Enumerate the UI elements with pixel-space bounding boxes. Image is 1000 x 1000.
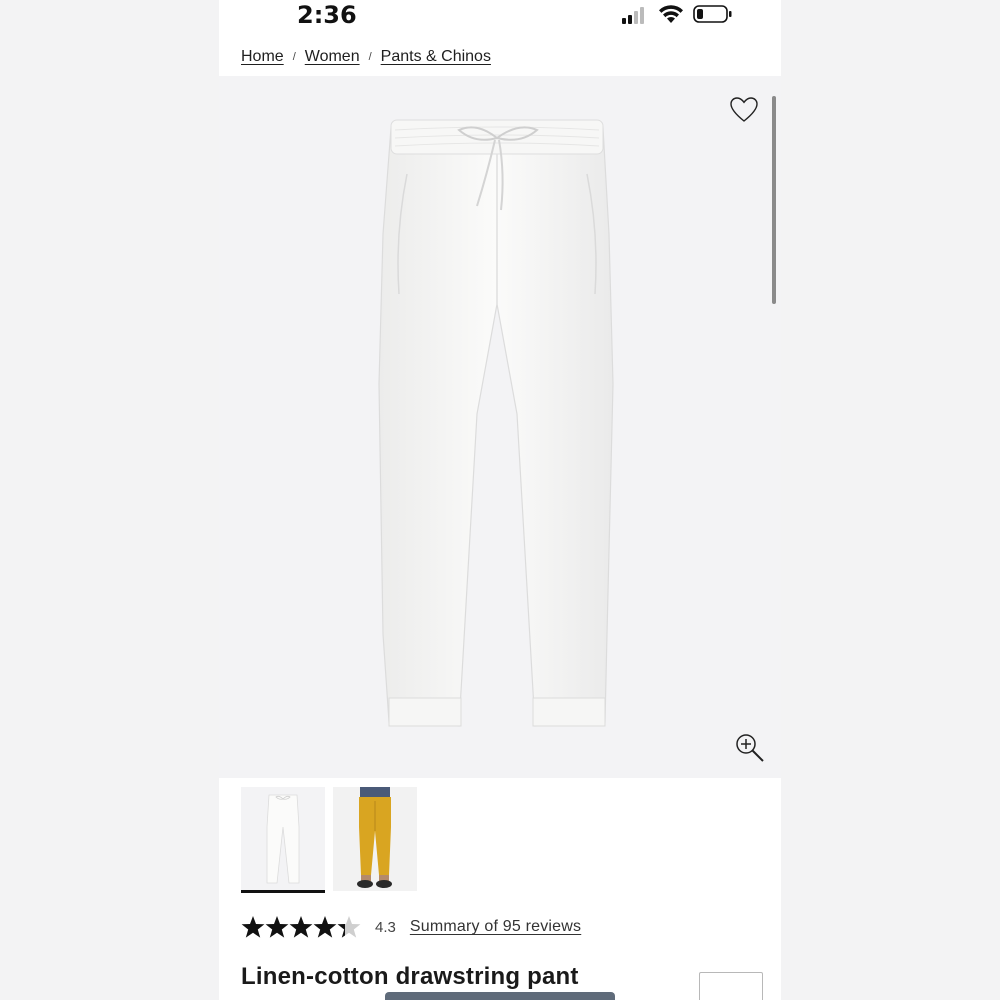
rating-value: 4.3 bbox=[375, 918, 396, 936]
status-time: 2:36 bbox=[297, 1, 357, 29]
status-bar: 2:36 bbox=[219, 0, 781, 34]
thumbnail-image bbox=[333, 787, 417, 891]
cellular-signal-icon bbox=[622, 6, 648, 24]
product-title: Linen-cotton drawstring pant bbox=[241, 963, 579, 990]
breadcrumb-separator: / bbox=[368, 51, 372, 63]
size-selector-button[interactable] bbox=[699, 972, 763, 1000]
heart-icon[interactable] bbox=[729, 96, 759, 124]
breadcrumb-home[interactable]: Home bbox=[241, 48, 284, 66]
thumbnail-image bbox=[241, 787, 325, 891]
bottom-action-bar[interactable] bbox=[385, 992, 615, 1000]
product-image bbox=[378, 119, 614, 727]
thumbnail-yellow-pant[interactable] bbox=[333, 787, 417, 891]
thumbnail-strip bbox=[241, 787, 417, 893]
breadcrumb-women[interactable]: Women bbox=[305, 48, 360, 66]
product-image-viewer[interactable] bbox=[219, 76, 781, 778]
breadcrumb-separator: / bbox=[292, 51, 296, 63]
thumbnail-white-pant[interactable] bbox=[241, 787, 325, 893]
wifi-icon bbox=[659, 5, 683, 23]
breadcrumb: Home / Women / Pants & Chinos bbox=[241, 46, 491, 68]
scrollbar[interactable] bbox=[772, 96, 776, 304]
breadcrumb-pants-chinos[interactable]: Pants & Chinos bbox=[381, 48, 491, 66]
star-rating-icon bbox=[241, 916, 361, 938]
battery-icon bbox=[693, 5, 732, 23]
rating-row: 4.3 Summary of 95 reviews bbox=[241, 912, 581, 942]
reviews-summary-link[interactable]: Summary of 95 reviews bbox=[410, 918, 581, 936]
zoom-in-icon[interactable] bbox=[734, 732, 766, 764]
phone-screen: 2:36 Home / Women / Pants & Chinos 4.3 S… bbox=[219, 0, 781, 1000]
